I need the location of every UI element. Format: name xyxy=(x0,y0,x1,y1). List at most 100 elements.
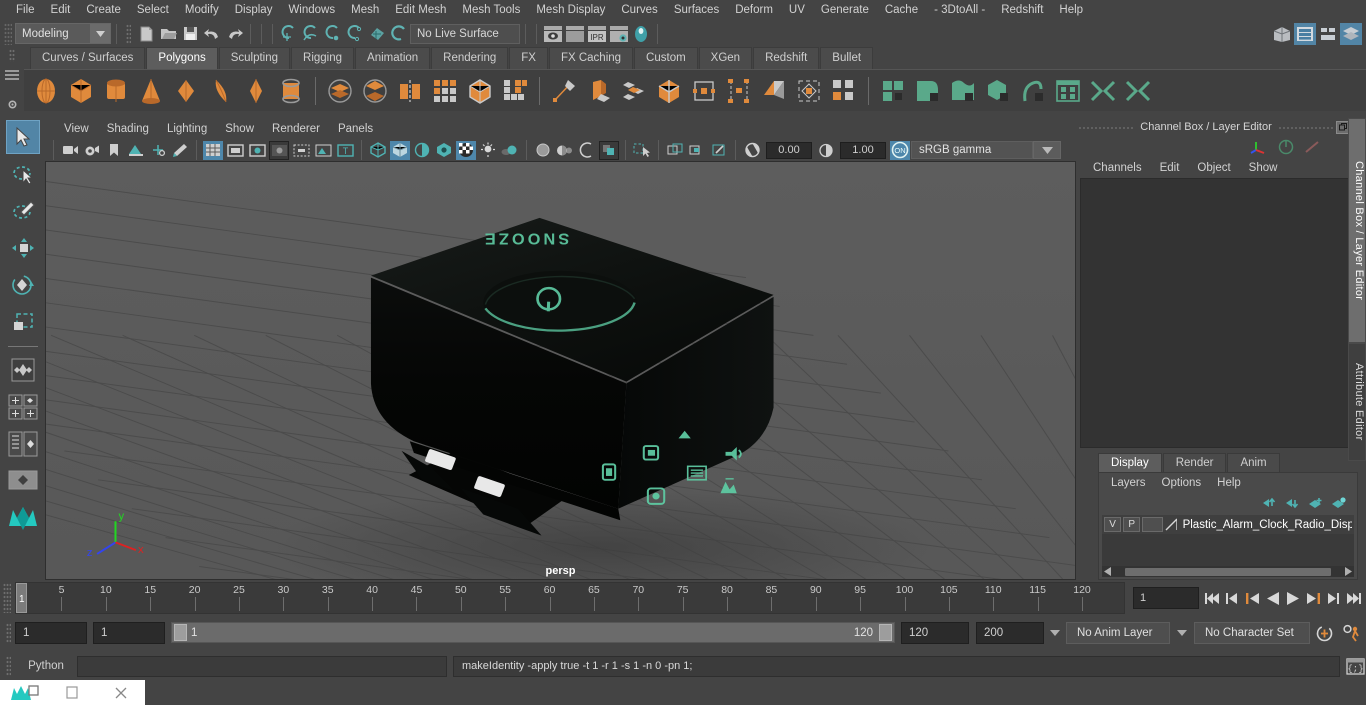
toolbar-grip[interactable] xyxy=(126,23,131,44)
viewport-menu-panels[interactable]: Panels xyxy=(329,119,382,139)
shelf-tab-sculpting[interactable]: Sculpting xyxy=(218,47,291,69)
screen-space-ao-icon[interactable] xyxy=(533,141,553,160)
select-camera-icon[interactable] xyxy=(60,141,80,160)
append-to-polygon-icon[interactable] xyxy=(653,75,685,107)
perspective-viewport[interactable]: SNOOZE y z x persp xyxy=(45,161,1076,580)
transfer-attributes-icon[interactable] xyxy=(982,75,1014,107)
four-view-layout-icon[interactable] xyxy=(6,390,40,424)
resolution-gate-icon[interactable] xyxy=(247,141,267,160)
chevron-down-icon[interactable] xyxy=(1170,629,1194,636)
open-render-view-icon[interactable] xyxy=(564,23,586,45)
layer-color-swatch-icon[interactable] xyxy=(1165,517,1177,532)
panel-grip-right[interactable] xyxy=(1277,122,1334,132)
shaded-wireframe-icon[interactable] xyxy=(412,141,432,160)
play-forwards-icon[interactable] xyxy=(1283,587,1302,609)
layer-visibility-toggle[interactable]: V xyxy=(1104,517,1122,532)
layer-shading-toggle[interactable] xyxy=(1142,517,1163,532)
menu-item-mesh-display[interactable]: Mesh Display xyxy=(528,0,613,20)
show-hide-modeling-toolkit-icon[interactable] xyxy=(1271,23,1293,45)
channel-box-menu-edit[interactable]: Edit xyxy=(1151,162,1189,174)
new-scene-icon[interactable] xyxy=(135,23,157,45)
render-settings-icon[interactable] xyxy=(608,23,630,45)
go-to-start-icon[interactable] xyxy=(1203,587,1222,609)
menu-item-3dtoall[interactable]: - 3DtoAll - xyxy=(926,0,993,20)
command-language-label[interactable]: Python xyxy=(15,660,77,672)
isolate-select-icon[interactable] xyxy=(632,141,652,160)
menu-item-mesh[interactable]: Mesh xyxy=(343,0,387,20)
chevron-down-icon[interactable] xyxy=(1033,141,1061,159)
shelf-tab-curves-surfaces[interactable]: Curves / Surfaces xyxy=(30,47,146,69)
close-icon[interactable] xyxy=(97,680,145,705)
move-layer-up-icon[interactable] xyxy=(1263,497,1278,509)
add-divisions-icon[interactable] xyxy=(688,75,720,107)
step-back-frame-icon[interactable] xyxy=(1243,587,1262,609)
hypershade-icon[interactable] xyxy=(630,23,652,45)
two-d-pan-zoom-icon[interactable] xyxy=(148,141,168,160)
paint-select-tool-icon[interactable] xyxy=(6,194,40,228)
poly-cube-icon[interactable] xyxy=(65,75,97,107)
poly-pipe-icon[interactable] xyxy=(275,75,307,107)
command-input-field[interactable] xyxy=(77,655,447,677)
film-origin-icon[interactable] xyxy=(291,141,311,160)
menu-item-display[interactable]: Display xyxy=(227,0,281,20)
menu-item-select[interactable]: Select xyxy=(129,0,177,20)
playback-start-time-field[interactable]: 1 xyxy=(93,621,165,644)
extract-icon[interactable] xyxy=(394,75,426,107)
snap-to-view-plane-icon[interactable] xyxy=(366,23,388,45)
tab-attribute-editor[interactable]: Attribute Editor xyxy=(1348,343,1366,461)
save-scene-icon[interactable] xyxy=(179,23,201,45)
insert-edge-loop-icon[interactable] xyxy=(723,75,755,107)
animation-preferences-icon[interactable] xyxy=(1338,624,1366,642)
snap-to-point-icon[interactable] xyxy=(322,23,344,45)
poly-cylinder-icon[interactable] xyxy=(100,75,132,107)
menu-item-windows[interactable]: Windows xyxy=(280,0,343,20)
chevron-down-icon[interactable] xyxy=(90,24,110,43)
shelf-tab-custom[interactable]: Custom xyxy=(634,47,698,69)
title-safe-icon[interactable]: T xyxy=(335,141,355,160)
snap-to-grid-icon[interactable] xyxy=(278,23,300,45)
shelf-tab-xgen[interactable]: XGen xyxy=(698,47,753,69)
playback-end-time-field[interactable]: 120 xyxy=(901,621,969,644)
redo-icon[interactable] xyxy=(223,23,245,45)
layer-tab-display[interactable]: Display xyxy=(1098,453,1162,472)
make-hole-icon[interactable] xyxy=(828,75,860,107)
grid-icon[interactable] xyxy=(203,140,223,160)
shelf-tab-polygons[interactable]: Polygons xyxy=(146,47,218,69)
sculpt-surface-icon[interactable] xyxy=(912,75,944,107)
maya-app-icon[interactable] xyxy=(0,680,48,705)
menu-item-curves[interactable]: Curves xyxy=(613,0,665,20)
menu-item-redshift[interactable]: Redshift xyxy=(993,0,1051,20)
menu-item-deform[interactable]: Deform xyxy=(727,0,781,20)
menu-item-generate[interactable]: Generate xyxy=(813,0,877,20)
layer-list-hscrollbar[interactable] xyxy=(1102,566,1354,577)
xray-joints-icon[interactable] xyxy=(687,141,707,160)
menu-item-mesh-tools[interactable]: Mesh Tools xyxy=(454,0,528,20)
scroll-left-icon[interactable] xyxy=(1104,567,1113,576)
quad-draw-icon[interactable] xyxy=(1052,75,1084,107)
character-set-selector[interactable]: No Character Set xyxy=(1194,621,1310,644)
symmetrize-icon[interactable] xyxy=(1122,75,1154,107)
layer-tab-render[interactable]: Render xyxy=(1162,453,1227,472)
motion-blur-icon[interactable] xyxy=(555,141,575,160)
range-end-handle[interactable] xyxy=(879,624,892,641)
show-hide-channel-box-icon[interactable] xyxy=(1340,22,1362,45)
viewport-menu-view[interactable]: View xyxy=(55,119,98,139)
current-frame-field[interactable]: 1 xyxy=(1133,587,1199,609)
status-line-grip[interactable] xyxy=(4,22,12,45)
anim-layer-selector[interactable]: No Anim Layer xyxy=(1066,621,1170,644)
uv-editor-icon[interactable] xyxy=(1017,75,1049,107)
maya-logo-icon[interactable] xyxy=(6,501,40,535)
make-live-icon[interactable] xyxy=(388,23,410,45)
open-scene-icon[interactable] xyxy=(157,23,179,45)
last-tool-used-icon[interactable] xyxy=(6,353,40,387)
shelf-tab-rendering[interactable]: Rendering xyxy=(431,47,509,69)
chevron-down-icon[interactable] xyxy=(1044,629,1066,636)
shelf-tab-fx-caching[interactable]: FX Caching xyxy=(548,47,634,69)
render-current-frame-icon[interactable] xyxy=(542,23,564,45)
menu-item-edit[interactable]: Edit xyxy=(43,0,79,20)
move-tool-icon[interactable] xyxy=(6,231,40,265)
show-hide-attribute-editor-icon[interactable] xyxy=(1294,22,1316,45)
bookmark-icon[interactable] xyxy=(104,141,124,160)
poly-plane-icon[interactable] xyxy=(205,75,237,107)
color-management-field[interactable]: sRGB gamma xyxy=(911,141,1033,159)
